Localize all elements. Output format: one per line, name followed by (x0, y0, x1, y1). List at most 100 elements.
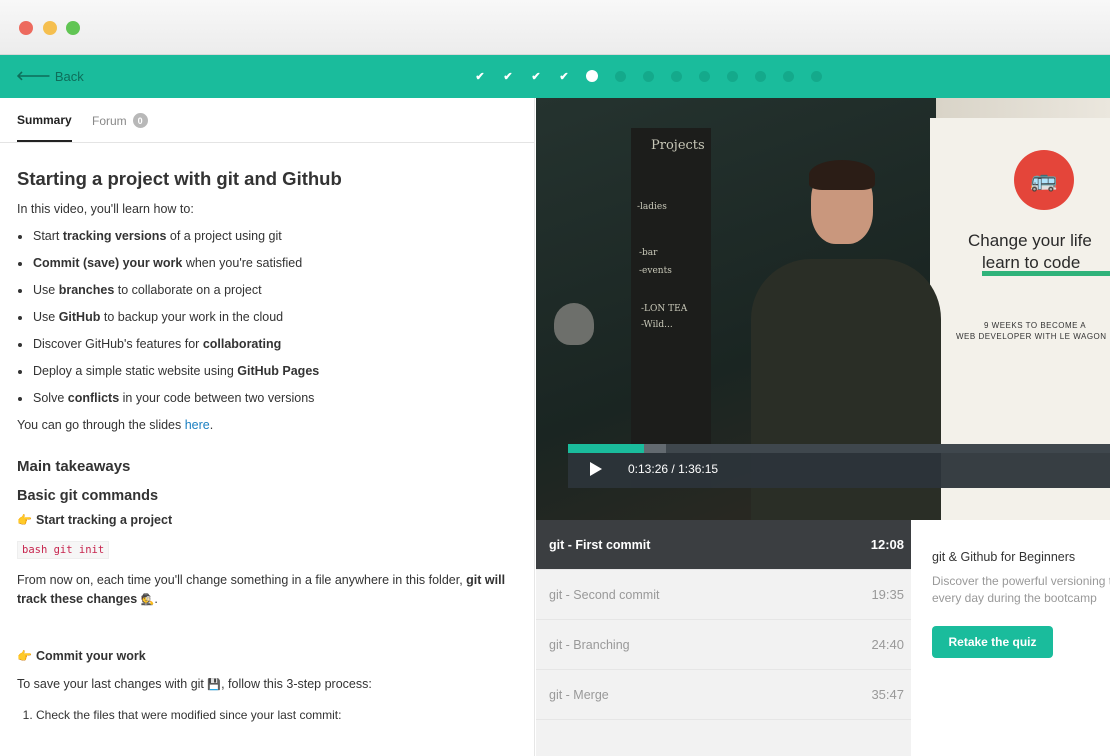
check-icon: ✔ (531, 70, 541, 83)
learning-goal-item: Use branches to collaborate on a project (17, 282, 517, 299)
video-player[interactable]: Projects -ladies -bar -events -LON TEA -Wild.… (536, 98, 1110, 520)
lesson-progress: ✔ ✔ ✔ ✔ (466, 69, 830, 83)
upcoming-lesson-dot[interactable] (802, 69, 830, 83)
window-titlebar (0, 0, 1110, 55)
current-time: 0:13:26 (628, 462, 669, 476)
playlist-item[interactable]: git - Branching 24:40 (536, 620, 911, 670)
chalkboard-text: Projects (651, 138, 705, 153)
step-start-tracking: 👉 Start tracking a project (17, 512, 517, 529)
banner-subtitle: 9 WEEKS TO BECOME A WEB DEVELOPER WITH L… (956, 320, 1107, 342)
chalkboard-text: -bar (639, 248, 658, 258)
speaker-hair (809, 160, 875, 190)
close-window-button[interactable] (19, 21, 33, 35)
upcoming-dot-icon (670, 70, 682, 82)
current-dot-icon (586, 70, 598, 82)
goal-text: to backup your work in the cloud (100, 310, 284, 324)
playlist-item[interactable]: git - Merge 35:47 (536, 670, 911, 720)
retake-quiz-button[interactable]: Retake the quiz (932, 626, 1053, 658)
tab-forum-label: Forum (92, 113, 127, 128)
commit-explanation: To save your last changes with git 💾, fo… (17, 675, 517, 695)
tab-forum[interactable]: Forum 0 (92, 113, 148, 128)
tracking-text-post: . (154, 592, 158, 606)
minimize-window-button[interactable] (43, 21, 57, 35)
goal-text: Deploy a simple static website using (33, 364, 238, 378)
learning-goal-item: Deploy a simple static website using Git… (17, 363, 517, 380)
playlist-item[interactable]: git - First commit 12:08 (536, 520, 911, 570)
upcoming-dot-icon (810, 70, 822, 82)
commit-text-post: , follow this 3-step process: (221, 677, 372, 691)
banner-sub-line1: 9 WEEKS TO BECOME A (984, 321, 1087, 330)
playlist-item-title: git - Branching (549, 637, 630, 652)
goal-keyword: GitHub Pages (237, 364, 320, 378)
goal-keyword: conflicts (67, 391, 120, 405)
upcoming-dot-icon (698, 70, 710, 82)
pointing-hand-icon: 👉 (17, 513, 32, 527)
playlist-item[interactable]: git - Second commit 19:35 (536, 570, 911, 620)
goal-text: when you're satisfied (182, 256, 303, 270)
goal-text: Start (33, 229, 63, 243)
upcoming-dot-icon (642, 70, 654, 82)
upcoming-lesson-dot[interactable] (662, 69, 690, 83)
playlist-item-duration: 24:40 (871, 637, 904, 652)
maximize-window-button[interactable] (66, 21, 80, 35)
upcoming-lesson-dot[interactable] (606, 69, 634, 83)
panel-tabs: Summary Forum 0 (0, 98, 534, 143)
play-icon[interactable] (590, 462, 602, 476)
learning-goals-list: Start tracking versions of a project usi… (17, 228, 517, 407)
step-commit-work: 👉 Commit your work (17, 648, 517, 665)
time-readout: 0:13:26 / 1:36:15 (628, 462, 719, 476)
video-playlist: git - First commit 12:08 git - Second comm… (536, 520, 911, 756)
step-title: Commit your work (35, 649, 146, 663)
goal-keyword: branches (58, 283, 115, 297)
upcoming-lesson-dot[interactable] (634, 69, 662, 83)
course-description: Discover the powerful versioning tool we… (932, 574, 1110, 605)
chalkboard-text: -events (639, 266, 672, 276)
upcoming-lesson-dot[interactable] (774, 69, 802, 83)
code-snippet: bash git init (17, 541, 110, 559)
upcoming-lesson-dot[interactable] (718, 69, 746, 83)
completed-lesson-check-icon[interactable]: ✔ (550, 69, 578, 83)
goal-text: Use (33, 310, 59, 324)
banner-underline (982, 271, 1110, 276)
back-button[interactable]: 🡐 Back (16, 68, 84, 84)
upcoming-lesson-dot[interactable] (690, 69, 718, 83)
upcoming-lesson-dot[interactable] (746, 69, 774, 83)
tab-summary[interactable]: Summary (17, 113, 72, 142)
slides-link[interactable]: here (185, 418, 210, 432)
banner-title-line1: Change your life (968, 231, 1092, 250)
takeaways-heading: Main takeaways (17, 458, 131, 475)
completed-lesson-check-icon[interactable]: ✔ (494, 69, 522, 83)
goal-keyword: collaborating (202, 337, 282, 351)
slides-text: You can go through the slides here. (17, 417, 517, 434)
summary-panel: Summary Forum 0 Starting a project with … (0, 98, 535, 756)
goal-keyword: GitHub (58, 310, 101, 324)
goal-text: Solve (33, 391, 68, 405)
learning-goal-item: Discover GitHub's features for collabora… (17, 336, 517, 353)
video-progress-fill (568, 444, 644, 453)
intro-text: In this video, you'll learn how to: (17, 202, 194, 216)
check-icon: ✔ (503, 70, 513, 83)
goal-text: Use (33, 283, 59, 297)
goal-text: of a project using git (166, 229, 282, 243)
lesson-topbar: 🡐 Back ✔ ✔ ✔ ✔ (0, 55, 1110, 98)
goal-text: Discover GitHub's features for (33, 337, 203, 351)
pointing-hand-icon: 👉 (17, 649, 32, 663)
duration: 1:36:15 (678, 462, 719, 476)
video-seek-bar[interactable] (568, 444, 1110, 453)
commit-step-item: Check the files that were modified since… (36, 707, 517, 724)
current-lesson-dot[interactable] (578, 69, 606, 83)
banner-title: Change your life learn to code (968, 230, 1110, 274)
goal-text: in your code between two versions (119, 391, 315, 405)
goal-keyword: tracking versions (62, 229, 167, 243)
chalkboard-image: Projects -ladies -bar -events -LON TEA -Wild.… (631, 128, 711, 488)
completed-lesson-check-icon[interactable]: ✔ (522, 69, 550, 83)
banner-sub-line2: WEB DEVELOPER WITH LE WAGON (956, 332, 1107, 341)
step-title: Start tracking a project (35, 513, 173, 527)
chalkboard-text: -LON TEA (641, 304, 688, 314)
video-controls: 0:13:26 / 1:36:15 (568, 444, 1110, 488)
page-title: Starting a project with git and Github (17, 168, 342, 189)
completed-lesson-check-icon[interactable]: ✔ (466, 69, 494, 83)
commit-steps-list: Check the files that were modified since… (17, 707, 517, 724)
floppy-disk-icon: 💾 (207, 679, 222, 691)
bus-logo-icon: 🚌 (1014, 150, 1074, 210)
